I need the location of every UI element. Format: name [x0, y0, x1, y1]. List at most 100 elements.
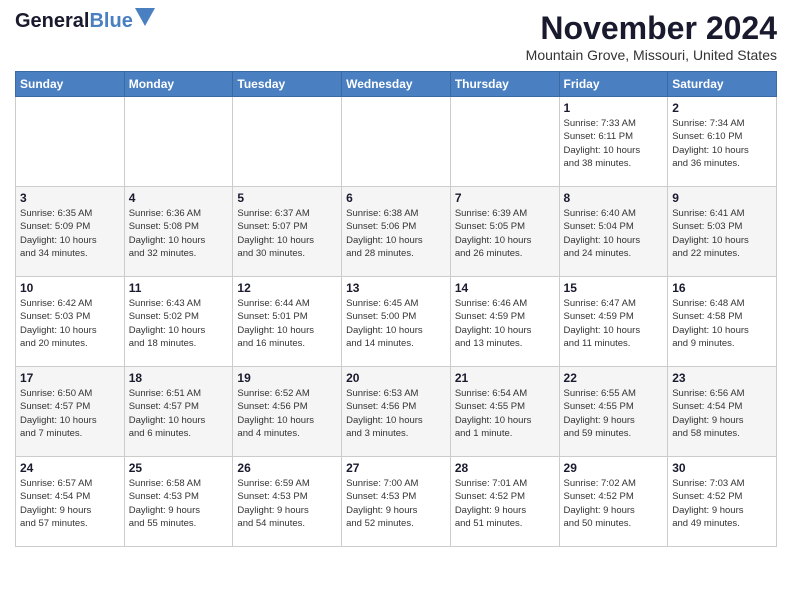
day-number: 14 [455, 281, 555, 295]
day-info: Sunrise: 7:01 AMSunset: 4:52 PMDaylight:… [455, 477, 555, 530]
day-info: Sunrise: 7:34 AMSunset: 6:10 PMDaylight:… [672, 117, 772, 170]
calendar-cell: 26 Sunrise: 6:59 AMSunset: 4:53 PMDayligh… [233, 457, 342, 547]
day-info: Sunrise: 7:03 AMSunset: 4:52 PMDaylight:… [672, 477, 772, 530]
calendar-cell: 9 Sunrise: 6:41 AMSunset: 5:03 PMDaylight… [668, 187, 777, 277]
calendar-cell: 5 Sunrise: 6:37 AMSunset: 5:07 PMDaylight… [233, 187, 342, 277]
calendar-cell: 8 Sunrise: 6:40 AMSunset: 5:04 PMDaylight… [559, 187, 668, 277]
day-info: Sunrise: 6:38 AMSunset: 5:06 PMDaylight:… [346, 207, 446, 260]
calendar-cell: 16 Sunrise: 6:48 AMSunset: 4:58 PMDayligh… [668, 277, 777, 367]
calendar-week-2: 3 Sunrise: 6:35 AMSunset: 5:09 PMDaylight… [16, 187, 777, 277]
calendar-cell: 6 Sunrise: 6:38 AMSunset: 5:06 PMDaylight… [342, 187, 451, 277]
day-info: Sunrise: 6:50 AMSunset: 4:57 PMDaylight:… [20, 387, 120, 440]
day-number: 9 [672, 191, 772, 205]
day-number: 10 [20, 281, 120, 295]
calendar-cell: 18Sunrise: 6:51 AMSunset: 4:57 PMDayligh… [124, 367, 233, 457]
day-info: Sunrise: 6:57 AMSunset: 4:54 PMDaylight:… [20, 477, 120, 530]
day-info: Sunrise: 6:59 AMSunset: 4:53 PMDaylight:… [237, 477, 337, 530]
day-info: Sunrise: 7:02 AMSunset: 4:52 PMDaylight:… [564, 477, 664, 530]
calendar-header-row: SundayMondayTuesdayWednesdayThursdayFrid… [16, 72, 777, 97]
header-tuesday: Tuesday [233, 72, 342, 97]
day-number: 1 [564, 101, 664, 115]
day-number: 27 [346, 461, 446, 475]
day-info: Sunrise: 6:43 AMSunset: 5:02 PMDaylight:… [129, 297, 229, 350]
day-number: 22 [564, 371, 664, 385]
day-number: 11 [129, 281, 229, 295]
day-info: Sunrise: 6:56 AMSunset: 4:54 PMDaylight:… [672, 387, 772, 440]
day-number: 19 [237, 371, 337, 385]
calendar-cell: 1 Sunrise: 7:33 AMSunset: 6:11 PMDaylight… [559, 97, 668, 187]
day-number: 5 [237, 191, 337, 205]
day-info: Sunrise: 6:58 AMSunset: 4:53 PMDaylight:… [129, 477, 229, 530]
header-wednesday: Wednesday [342, 72, 451, 97]
calendar-cell [450, 97, 559, 187]
calendar-cell: 28Sunrise: 7:01 AMSunset: 4:52 PMDayligh… [450, 457, 559, 547]
calendar-cell: 29 Sunrise: 7:02 AMSunset: 4:52 PMDayligh… [559, 457, 668, 547]
day-info: Sunrise: 7:33 AMSunset: 6:11 PMDaylight:… [564, 117, 664, 170]
day-number: 15 [564, 281, 664, 295]
header-saturday: Saturday [668, 72, 777, 97]
calendar-cell: 23 Sunrise: 6:56 AMSunset: 4:54 PMDayligh… [668, 367, 777, 457]
calendar-cell [16, 97, 125, 187]
calendar-cell: 27Sunrise: 7:00 AMSunset: 4:53 PMDayligh… [342, 457, 451, 547]
day-number: 18 [129, 371, 229, 385]
location: Mountain Grove, Missouri, United States [526, 47, 777, 63]
day-info: Sunrise: 6:37 AMSunset: 5:07 PMDaylight:… [237, 207, 337, 260]
calendar-week-1: 1 Sunrise: 7:33 AMSunset: 6:11 PMDaylight… [16, 97, 777, 187]
day-info: Sunrise: 6:42 AMSunset: 5:03 PMDaylight:… [20, 297, 120, 350]
logo-text: GeneralBlue [15, 10, 133, 32]
day-number: 3 [20, 191, 120, 205]
day-number: 29 [564, 461, 664, 475]
day-number: 20 [346, 371, 446, 385]
calendar-cell: 11 Sunrise: 6:43 AMSunset: 5:02 PMDayligh… [124, 277, 233, 367]
calendar-cell: 13Sunrise: 6:45 AMSunset: 5:00 PMDayligh… [342, 277, 451, 367]
day-number: 25 [129, 461, 229, 475]
calendar-cell: 21Sunrise: 6:54 AMSunset: 4:55 PMDayligh… [450, 367, 559, 457]
day-info: Sunrise: 6:48 AMSunset: 4:58 PMDaylight:… [672, 297, 772, 350]
calendar-cell: 3 Sunrise: 6:35 AMSunset: 5:09 PMDaylight… [16, 187, 125, 277]
day-info: Sunrise: 6:35 AMSunset: 5:09 PMDaylight:… [20, 207, 120, 260]
header-monday: Monday [124, 72, 233, 97]
calendar-cell: 19 Sunrise: 6:52 AMSunset: 4:56 PMDayligh… [233, 367, 342, 457]
day-number: 21 [455, 371, 555, 385]
calendar-cell: 25 Sunrise: 6:58 AMSunset: 4:53 PMDayligh… [124, 457, 233, 547]
month-title: November 2024 [526, 10, 777, 47]
day-info: Sunrise: 6:44 AMSunset: 5:01 PMDaylight:… [237, 297, 337, 350]
header-friday: Friday [559, 72, 668, 97]
day-info: Sunrise: 6:47 AMSunset: 4:59 PMDaylight:… [564, 297, 664, 350]
day-number: 4 [129, 191, 229, 205]
calendar-cell: 24 Sunrise: 6:57 AMSunset: 4:54 PMDayligh… [16, 457, 125, 547]
day-number: 16 [672, 281, 772, 295]
day-number: 2 [672, 101, 772, 115]
header: GeneralBlue November 2024 Mountain Grove… [15, 10, 777, 63]
day-number: 8 [564, 191, 664, 205]
day-number: 24 [20, 461, 120, 475]
day-info: Sunrise: 6:40 AMSunset: 5:04 PMDaylight:… [564, 207, 664, 260]
calendar-cell: 17Sunrise: 6:50 AMSunset: 4:57 PMDayligh… [16, 367, 125, 457]
day-number: 30 [672, 461, 772, 475]
calendar-week-5: 24 Sunrise: 6:57 AMSunset: 4:54 PMDayligh… [16, 457, 777, 547]
calendar-cell: 20Sunrise: 6:53 AMSunset: 4:56 PMDayligh… [342, 367, 451, 457]
day-number: 26 [237, 461, 337, 475]
header-sunday: Sunday [16, 72, 125, 97]
calendar-week-4: 17Sunrise: 6:50 AMSunset: 4:57 PMDayligh… [16, 367, 777, 457]
calendar-cell: 22 Sunrise: 6:55 AMSunset: 4:55 PMDayligh… [559, 367, 668, 457]
day-number: 23 [672, 371, 772, 385]
day-info: Sunrise: 6:45 AMSunset: 5:00 PMDaylight:… [346, 297, 446, 350]
day-info: Sunrise: 6:36 AMSunset: 5:08 PMDaylight:… [129, 207, 229, 260]
calendar-cell: 10 Sunrise: 6:42 AMSunset: 5:03 PMDayligh… [16, 277, 125, 367]
calendar-cell: 4 Sunrise: 6:36 AMSunset: 5:08 PMDaylight… [124, 187, 233, 277]
day-number: 6 [346, 191, 446, 205]
day-info: Sunrise: 6:52 AMSunset: 4:56 PMDaylight:… [237, 387, 337, 440]
calendar-cell [342, 97, 451, 187]
calendar-cell: 12 Sunrise: 6:44 AMSunset: 5:01 PMDayligh… [233, 277, 342, 367]
calendar-cell: 2 Sunrise: 7:34 AMSunset: 6:10 PMDaylight… [668, 97, 777, 187]
logo: GeneralBlue [15, 10, 155, 32]
day-info: Sunrise: 6:55 AMSunset: 4:55 PMDaylight:… [564, 387, 664, 440]
calendar-cell: 30 Sunrise: 7:03 AMSunset: 4:52 PMDayligh… [668, 457, 777, 547]
header-thursday: Thursday [450, 72, 559, 97]
day-number: 12 [237, 281, 337, 295]
calendar-cell: 7Sunrise: 6:39 AMSunset: 5:05 PMDaylight… [450, 187, 559, 277]
day-number: 7 [455, 191, 555, 205]
calendar-table: SundayMondayTuesdayWednesdayThursdayFrid… [15, 71, 777, 547]
day-info: Sunrise: 6:41 AMSunset: 5:03 PMDaylight:… [672, 207, 772, 260]
